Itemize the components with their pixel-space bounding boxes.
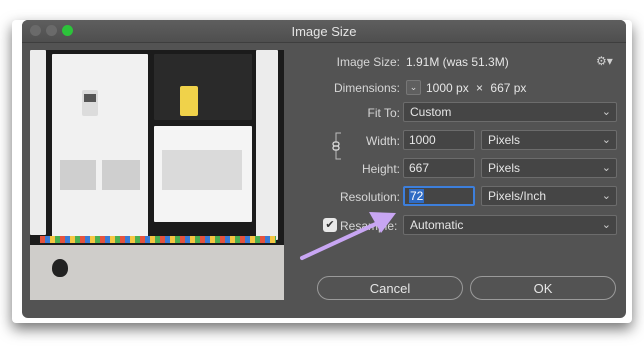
preview-thumb	[102, 160, 140, 190]
preview-dock	[40, 236, 276, 243]
chevron-down-icon: ⌄	[601, 219, 611, 231]
gear-icon[interactable]: ⚙▾	[596, 54, 613, 68]
cancel-button[interactable]: Cancel	[317, 276, 463, 300]
resample-select[interactable]: Automatic ⌄	[403, 215, 617, 235]
title-bar: Image Size	[22, 20, 626, 43]
chevron-down-icon: ⌄	[601, 190, 611, 202]
width-label: Width:	[365, 134, 400, 148]
preview-monitor-screen	[30, 50, 284, 245]
chevron-down-icon: ⌄	[601, 162, 611, 174]
dimensions-dropdown-icon[interactable]: ⌄	[406, 80, 421, 95]
fit-to-label: Fit To:	[367, 106, 400, 120]
width-unit-select[interactable]: Pixels ⌄	[481, 130, 617, 150]
dimensions-height: 667 px	[490, 81, 527, 95]
preview-panel-a	[52, 54, 148, 240]
preview-thumb	[60, 160, 96, 190]
resample-value: Automatic	[410, 218, 464, 232]
height-unit-select[interactable]: Pixels ⌄	[481, 158, 617, 178]
preview-panel-right	[256, 50, 278, 240]
window-title: Image Size	[291, 24, 357, 39]
chevron-down-icon: ⌄	[601, 134, 611, 146]
fit-to-select[interactable]: Custom ⌄	[403, 102, 617, 122]
preview-cup-yellow	[180, 86, 198, 116]
image-preview[interactable]	[30, 50, 284, 300]
chevron-down-icon: ⌄	[601, 106, 611, 118]
fit-to-value: Custom	[410, 105, 452, 119]
dimensions-label: Dimensions:	[333, 81, 400, 95]
resolution-unit-select[interactable]: Pixels/Inch ⌄	[481, 186, 617, 206]
resolution-input[interactable]: 72	[403, 186, 475, 206]
resolution-value: 72	[409, 189, 425, 203]
preview-thumb	[162, 150, 242, 190]
preview-monitor-bezel	[30, 245, 284, 300]
height-label: Height:	[361, 162, 400, 176]
preview-cup-label	[84, 94, 96, 102]
resolution-unit-value: Pixels/Inch	[488, 189, 547, 203]
ok-button[interactable]: OK	[470, 276, 616, 300]
image-size-dialog: Image Size ⚙▾ Image Size: 1.91M (was 51.…	[22, 20, 626, 318]
resolution-label: Resolution:	[339, 190, 400, 204]
resample-label: Resample:	[340, 219, 398, 233]
height-input[interactable]: 667	[403, 158, 475, 178]
checkmark-icon: ✔	[325, 219, 335, 231]
dimensions-width: 1000 px	[426, 81, 469, 95]
height-unit-value: Pixels	[488, 161, 521, 175]
resample-checkbox[interactable]: ✔	[323, 218, 337, 232]
preview-panel-b	[154, 54, 252, 120]
image-size-label: Image Size:	[336, 55, 400, 69]
preview-panel-left	[30, 50, 46, 235]
image-size-value: 1.91M (was 51.3M)	[406, 55, 509, 69]
width-input[interactable]: 1000	[403, 130, 475, 150]
width-unit-value: Pixels	[488, 133, 521, 147]
apple-logo-icon	[52, 259, 68, 277]
dimensions-times: ×	[476, 81, 484, 95]
dimensions-value: 1000 px × 667 px	[426, 81, 526, 95]
